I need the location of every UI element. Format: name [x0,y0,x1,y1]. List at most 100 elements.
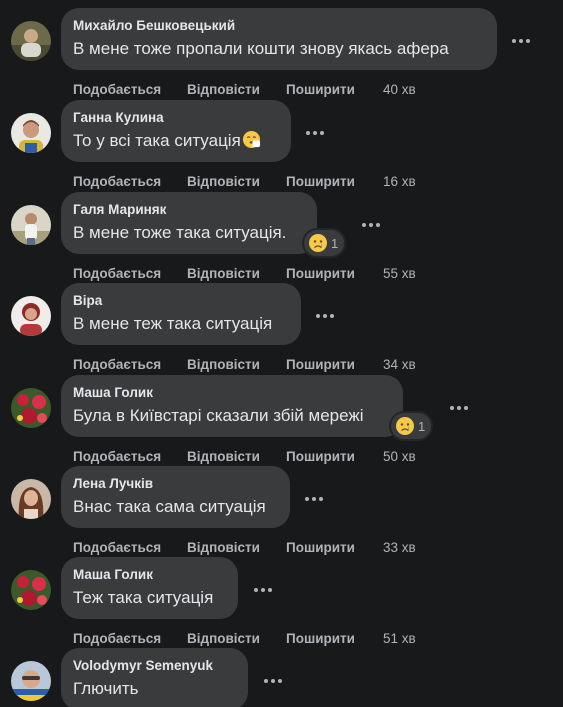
like-button[interactable]: Подобається [73,174,187,189]
comment-author[interactable]: Лена Лучків [73,475,278,493]
comment-text: Теж така ситуація [73,588,214,607]
comment-timestamp[interactable]: 50 хв [383,449,416,464]
comment-actions: Подобається Відповісти Поширити 16 хв [73,171,416,191]
reply-button[interactable]: Відповісти [187,266,286,281]
comment-timestamp[interactable]: 34 хв [383,357,416,372]
more-options-button[interactable] [444,393,474,423]
sad-reaction-icon [396,417,414,435]
avatar[interactable] [11,21,51,61]
more-options-icon [512,39,530,43]
reaction-count: 1 [418,418,426,434]
comment: Маша Голик Була в Київстарі сказали збій… [0,375,563,466]
comment-timestamp[interactable]: 33 хв [383,540,416,555]
share-button[interactable]: Поширити [286,631,383,646]
avatar[interactable] [11,479,51,519]
comment-actions: Подобається Відповісти Поширити 51 хв [73,628,416,648]
comment-timestamp[interactable]: 55 хв [383,266,416,281]
comment: Михайло Бешковецький В мене тоже пропали… [0,8,563,99]
reaction-count: 1 [331,235,339,251]
comment: Лена Лучків Внас така сама ситуація Подо… [0,466,563,557]
comment-bubble: Маша Голик Теж така ситуація [61,557,238,619]
like-button[interactable]: Подобається [73,540,187,555]
reply-button[interactable]: Відповісти [187,82,286,97]
comment-author[interactable]: Маша Голик [73,566,226,584]
avatar[interactable] [11,661,51,701]
comment-text: В мене тоже пропали кошти знову якась аф… [73,39,449,58]
comment: Ганна Кулина То у всі така ситуація Подо… [0,100,563,191]
comment-actions: Подобається Відповісти Поширити 55 хв [73,263,416,283]
more-options-icon [306,131,324,135]
more-options-button[interactable] [506,26,536,56]
reply-button[interactable]: Відповісти [187,449,286,464]
like-button[interactable]: Подобається [73,266,187,281]
comment-bubble: Маша Голик Була в Київстарі сказали збій… [61,375,403,437]
comment-text: В мене тоже така ситуація. [73,223,287,242]
reply-button[interactable]: Відповісти [187,631,286,646]
comment: Volodymyr Semenyuk Глючить [0,648,563,707]
more-options-button[interactable] [300,118,330,148]
reply-button[interactable]: Відповісти [187,174,286,189]
comment-text: То у всі така ситуація [73,129,279,153]
comment: Віра В мене теж така ситуація Подобаєтьс… [0,283,563,374]
comment-bubble: Volodymyr Semenyuk Глючить [61,648,248,707]
comment-text: В мене теж така ситуація [73,314,273,333]
comment-author[interactable]: Галя Мариняк [73,201,305,219]
comment-bubble: Віра В мене теж така ситуація [61,283,301,345]
more-options-icon [254,588,272,592]
share-button[interactable]: Поширити [286,357,383,372]
comment-text: Внас така сама ситуація [73,497,266,516]
comment-author[interactable]: Михайло Бешковецький [73,17,485,35]
comment-timestamp[interactable]: 40 хв [383,82,416,97]
reply-button[interactable]: Відповісти [187,357,286,372]
comment-author[interactable]: Маша Голик [73,384,391,402]
comment: Галя Мариняк В мене тоже така ситуація. … [0,192,563,283]
share-button[interactable]: Поширити [286,82,383,97]
share-button[interactable]: Поширити [286,449,383,464]
more-options-button[interactable] [356,210,386,240]
comment-actions: Подобається Відповісти Поширити 34 хв [73,354,416,374]
avatar[interactable] [11,113,51,153]
avatar[interactable] [11,205,51,245]
comment-timestamp[interactable]: 16 хв [383,174,416,189]
sad-reaction-icon [309,234,327,252]
reply-button[interactable]: Відповісти [187,540,286,555]
more-options-button[interactable] [299,484,329,514]
comment-text: Була в Київстарі сказали збій мережі [73,406,364,425]
more-options-icon [264,679,282,683]
avatar[interactable] [11,388,51,428]
comment-author[interactable]: Віра [73,292,289,310]
comment-bubble: Михайло Бешковецький В мене тоже пропали… [61,8,497,70]
like-button[interactable]: Подобається [73,449,187,464]
share-button[interactable]: Поширити [286,174,383,189]
share-button[interactable]: Поширити [286,266,383,281]
comment-bubble: Лена Лучків Внас така сама ситуація [61,466,290,528]
comment-bubble: Галя Мариняк В мене тоже така ситуація. [61,192,317,254]
comments-feed: Михайло Бешковецький В мене тоже пропали… [0,0,563,707]
avatar[interactable] [11,570,51,610]
like-button[interactable]: Подобається [73,631,187,646]
comment-timestamp[interactable]: 51 хв [383,631,416,646]
more-options-icon [305,497,323,501]
more-options-icon [316,314,334,318]
comment-actions: Подобається Відповісти Поширити 33 хв [73,537,416,557]
comment-text-content: То у всі така ситуація [73,131,241,150]
more-options-button[interactable] [248,575,278,605]
like-button[interactable]: Подобається [73,82,187,97]
comment-author[interactable]: Volodymyr Semenyuk [73,657,236,675]
reaction-badge[interactable]: 1 [304,230,345,256]
comment-actions: Подобається Відповісти Поширити 40 хв [73,79,416,99]
comment-bubble: Ганна Кулина То у всі така ситуація [61,100,291,162]
more-options-icon [362,223,380,227]
comment-text: Глючить [73,679,139,698]
comment-actions: Подобається Відповісти Поширити 50 хв [73,446,416,466]
like-button[interactable]: Подобається [73,357,187,372]
more-options-icon [450,406,468,410]
share-button[interactable]: Поширити [286,540,383,555]
reaction-badge[interactable]: 1 [391,413,432,439]
avatar[interactable] [11,296,51,336]
sneezing-face-emoji [242,130,260,149]
comment-author[interactable]: Ганна Кулина [73,109,279,127]
comment: Маша Голик Теж така ситуація Подобається… [0,557,563,648]
more-options-button[interactable] [258,666,288,696]
more-options-button[interactable] [310,301,340,331]
